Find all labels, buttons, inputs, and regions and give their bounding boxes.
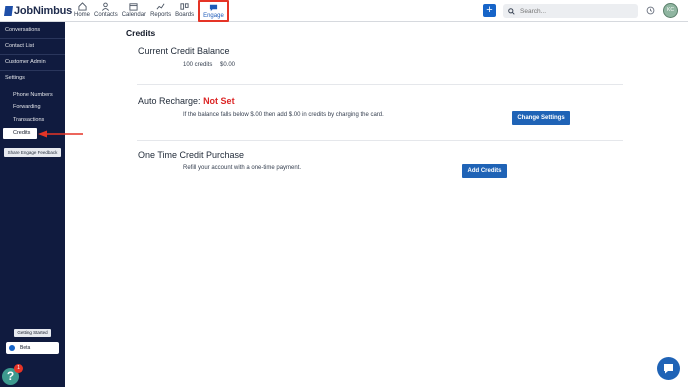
nav-reports[interactable]: Reports — [150, 0, 171, 22]
credit-amount: $0.00 — [220, 62, 236, 68]
getting-started-button[interactable]: Getting Started — [14, 329, 51, 337]
jobnimbus-logo[interactable]: JobNimbus — [4, 5, 72, 17]
section-divider — [137, 84, 623, 85]
board-icon — [180, 3, 189, 10]
nav-reports-label: Reports — [150, 12, 172, 18]
chat-bubble-icon — [664, 364, 673, 374]
nav-calendar-label: Calendar — [121, 12, 147, 18]
beta-toggle[interactable]: Beta — [6, 342, 59, 354]
nav-home[interactable]: Home — [74, 0, 90, 22]
sidebar: Conversations Contact List Customer Admi… — [0, 22, 65, 387]
add-credits-button[interactable]: Add Credits — [462, 164, 507, 178]
sidebar-divider — [0, 70, 65, 71]
balance-title: Current Credit Balance — [138, 46, 230, 56]
page-title: Credits — [126, 28, 156, 38]
beta-dot-icon — [9, 345, 15, 351]
sidebar-divider — [0, 38, 65, 39]
logo-mark-icon — [4, 6, 13, 16]
sidebar-item-phone-numbers[interactable]: Phone Numbers — [13, 92, 53, 98]
person-icon — [102, 2, 110, 11]
sidebar-item-credits[interactable]: Credits — [3, 128, 37, 139]
search-bar — [503, 4, 638, 18]
history-icon[interactable] — [646, 6, 655, 15]
auto-recharge-label: Auto Recharge: — [138, 96, 201, 106]
section-divider — [137, 140, 623, 141]
nav-boards[interactable]: Boards — [175, 0, 194, 22]
user-avatar[interactable]: KC — [663, 3, 678, 18]
chat-support-button[interactable] — [657, 357, 680, 380]
auto-recharge-title: Auto Recharge: Not Set — [138, 96, 235, 106]
chart-icon — [156, 3, 165, 10]
credit-count: 100 credits — [183, 62, 213, 68]
nav-calendar[interactable]: Calendar — [122, 0, 146, 22]
top-bar: JobNimbus Home Contacts Calendar Reports… — [0, 0, 688, 22]
one-time-purchase-description: Refill your account with a one-time paym… — [183, 165, 302, 171]
change-settings-button[interactable]: Change Settings — [512, 111, 570, 125]
nav-contacts[interactable]: Contacts — [94, 0, 118, 22]
nav-engage-label: Engage — [203, 13, 224, 19]
sidebar-item-contact-list[interactable]: Contact List — [5, 43, 34, 49]
nav-boards-label: Boards — [175, 12, 195, 18]
add-button[interactable]: + — [483, 4, 496, 17]
calendar-icon — [129, 3, 138, 11]
notification-badge: 1 — [14, 364, 23, 373]
main-content: Credits Current Credit Balance 100 credi… — [65, 22, 688, 387]
one-time-purchase-title: One Time Credit Purchase — [138, 150, 245, 160]
nav-contacts-label: Contacts — [94, 12, 118, 18]
brand-name: JobNimbus — [14, 5, 73, 17]
sidebar-divider — [0, 54, 65, 55]
share-feedback-button[interactable]: Share Engage Feedback — [4, 148, 61, 157]
sidebar-item-conversations[interactable]: Conversations — [5, 27, 40, 33]
search-icon — [508, 7, 515, 15]
nav-home-label: Home — [74, 12, 91, 18]
auto-recharge-status: Not Set — [203, 96, 235, 106]
auto-recharge-description: If the balance falls below $.00 then add… — [183, 112, 384, 118]
beta-label: Beta — [20, 345, 31, 351]
sidebar-item-forwarding[interactable]: Forwarding — [13, 104, 41, 110]
search-input[interactable] — [520, 7, 630, 15]
main-nav: Home Contacts Calendar Reports Boards En… — [74, 0, 233, 22]
home-icon — [77, 2, 87, 11]
sidebar-item-transactions[interactable]: Transactions — [13, 117, 44, 123]
sidebar-item-settings[interactable]: Settings — [5, 75, 25, 81]
chat-icon — [209, 4, 218, 12]
sidebar-item-credits-label: Credits — [13, 130, 31, 136]
sidebar-item-customer-admin[interactable]: Customer Admin — [5, 59, 46, 65]
nav-engage[interactable]: Engage — [198, 0, 229, 22]
